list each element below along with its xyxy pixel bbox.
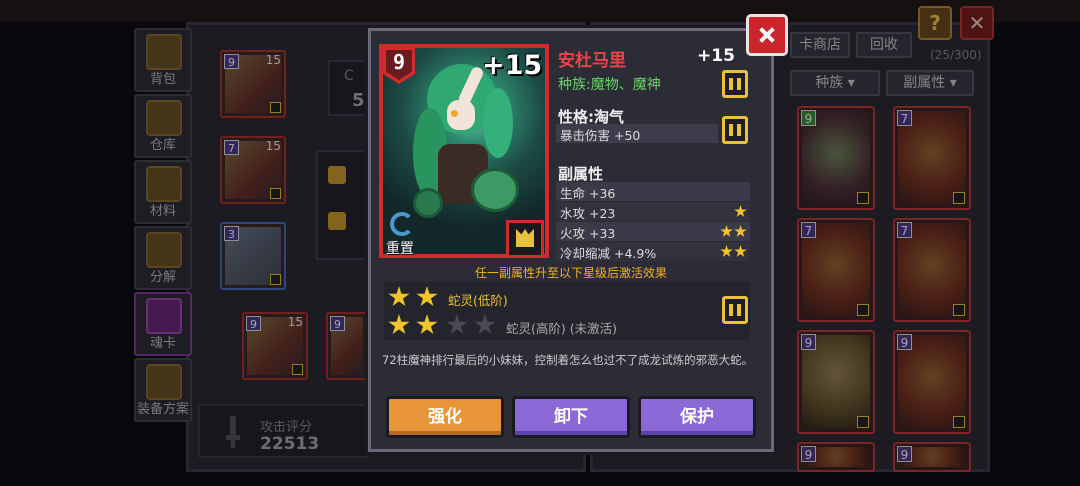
set-effect-active: 蛇灵(低阶)	[448, 293, 508, 308]
sub-attr-row: 火攻 +33	[556, 222, 750, 241]
card-name: 安杜马里	[558, 51, 626, 71]
strengthen-button[interactable]: 强化	[386, 396, 504, 438]
protect-button[interactable]: 保护	[638, 396, 756, 438]
star-icon	[720, 225, 733, 237]
card-race: 种族:魔物、魔神	[558, 77, 661, 93]
star-icon	[734, 205, 747, 217]
set-info-button[interactable]	[722, 296, 748, 324]
sub-attr-text: 火攻 +33	[560, 226, 616, 241]
character-hair	[483, 88, 513, 158]
sub-attr-row: 生命 +36	[556, 182, 750, 201]
sub-attr-title: 副属性	[558, 165, 604, 183]
sub-attr-row: 水攻 +23	[556, 202, 750, 221]
card-level-number: 9	[392, 50, 406, 74]
character-eye	[451, 110, 458, 117]
sub-attr-text: 水攻 +23	[560, 206, 616, 221]
card-name-plus: +15	[697, 46, 735, 66]
race-info-button[interactable]	[722, 70, 748, 98]
race-demon-icon	[506, 220, 544, 258]
set-effect-inactive: 蛇灵(高阶) (未激活)	[506, 321, 617, 336]
close-button[interactable]	[746, 14, 788, 56]
sub-attr-text: 生命 +36	[560, 186, 616, 201]
reset-icon[interactable]	[390, 212, 414, 236]
snake-art	[413, 188, 443, 218]
sub-attr-row: 冷却缩减 +4.9%	[556, 242, 750, 261]
card-description: 72柱魔神排行最后的小妹妹，控制着怎么也过不了成龙试炼的邪恶大蛇。	[382, 353, 754, 367]
star-icon	[720, 245, 733, 257]
personality-effect: 暴击伤害 +50	[560, 128, 641, 143]
unequip-button[interactable]: 卸下	[512, 396, 630, 438]
card-enhance-level: +15	[482, 50, 543, 81]
star-icon	[734, 245, 747, 257]
set-effect-hint: 任一副属性升至以下星级后激活效果	[474, 266, 667, 280]
snake-art	[471, 168, 519, 212]
reset-label[interactable]: 重置	[386, 238, 414, 258]
star-icon	[734, 225, 747, 237]
sub-attr-text: 冷却缩减 +4.9%	[560, 246, 657, 261]
personality-info-button[interactable]	[722, 116, 748, 144]
personality-effect-row: 暴击伤害 +50	[556, 124, 718, 143]
